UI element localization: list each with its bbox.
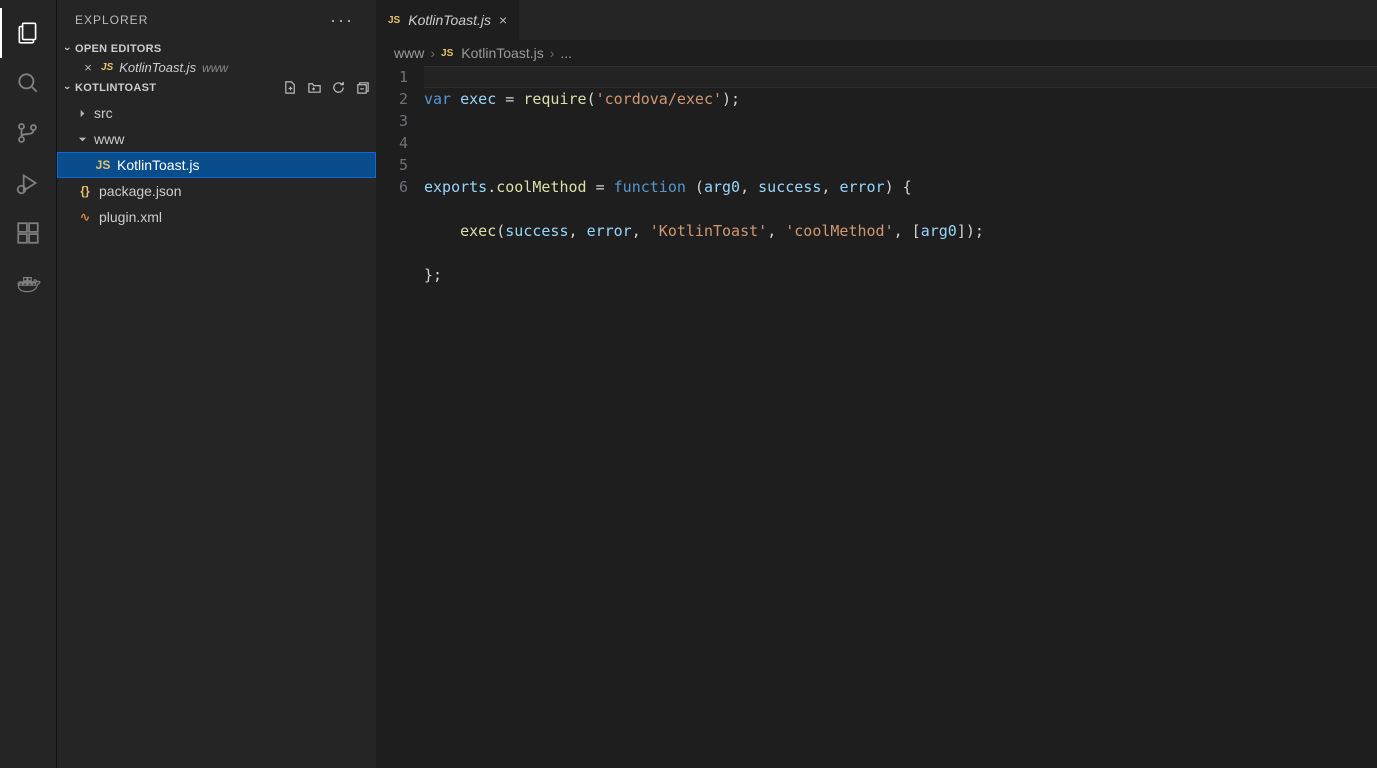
chevron-right-icon: [77, 108, 88, 119]
file-kotlintoast-js[interactable]: JS KotlinToast.js: [57, 152, 376, 178]
line-number: 1: [376, 66, 408, 88]
extensions-icon: [15, 220, 41, 246]
line-number: 2: [376, 88, 408, 110]
chevron-down-icon: ›: [61, 80, 73, 96]
activity-run-debug[interactable]: [0, 158, 57, 208]
editor-area: JS KotlinToast.js × www › JS KotlinToast…: [376, 0, 1377, 768]
activity-bar: [0, 0, 57, 768]
workspace-header[interactable]: › KOTLINTOAST: [57, 77, 376, 98]
breadcrumb[interactable]: www › JS KotlinToast.js › ...: [376, 40, 1377, 66]
folder-src[interactable]: src: [57, 100, 376, 126]
folder-www[interactable]: www: [57, 126, 376, 152]
open-editor-folder: www: [202, 61, 228, 75]
open-editor-item[interactable]: × JS KotlinToast.js www: [57, 58, 376, 77]
search-icon: [15, 70, 41, 96]
open-editor-filename: KotlinToast.js: [119, 60, 196, 75]
code-editor[interactable]: 1 2 3 4 5 6 var exec = require('cordova/…: [376, 66, 1377, 768]
workspace-actions: [283, 80, 370, 95]
activity-docker[interactable]: [0, 258, 57, 308]
folder-label: www: [94, 131, 124, 147]
docker-icon: [15, 270, 41, 296]
close-icon[interactable]: ×: [499, 12, 507, 28]
activity-source-control[interactable]: [0, 108, 57, 158]
sidebar-title-text: EXPLORER: [75, 13, 148, 27]
line-gutter: 1 2 3 4 5 6: [376, 66, 424, 768]
workspace-name: KOTLINTOAST: [75, 82, 156, 94]
file-tree: src www JS KotlinToast.js {} package.jso…: [57, 98, 376, 230]
activity-search[interactable]: [0, 58, 57, 108]
folder-label: src: [94, 105, 113, 121]
files-icon: [15, 20, 41, 46]
file-plugin-xml[interactable]: ∿ plugin.xml: [57, 204, 376, 230]
new-file-icon[interactable]: [283, 80, 298, 95]
line-number: 6: [376, 176, 408, 198]
breadcrumb-folder[interactable]: www: [394, 45, 424, 61]
activity-explorer[interactable]: [0, 8, 57, 58]
file-label: plugin.xml: [99, 209, 162, 225]
tab-kotlintoast-js[interactable]: JS KotlinToast.js ×: [376, 0, 520, 40]
js-file-icon: JS: [441, 48, 453, 59]
sidebar-more-button[interactable]: ···: [326, 10, 358, 31]
chevron-right-icon: ›: [550, 45, 555, 61]
debug-icon: [15, 170, 41, 196]
editor-tabs: JS KotlinToast.js ×: [376, 0, 1377, 40]
chevron-down-icon: ›: [61, 41, 73, 57]
chevron-down-icon: [77, 134, 88, 145]
branch-icon: [15, 120, 41, 146]
open-editors-label: OPEN EDITORS: [75, 43, 162, 55]
line-number: 4: [376, 132, 408, 154]
file-package-json[interactable]: {} package.json: [57, 178, 376, 204]
line-number: 5: [376, 154, 408, 176]
explorer-sidebar: EXPLORER ··· › OPEN EDITORS × JS KotlinT…: [57, 0, 376, 768]
code-lines[interactable]: var exec = require('cordova/exec'); expo…: [424, 66, 1377, 768]
line-number: 3: [376, 110, 408, 132]
json-file-icon: {}: [77, 184, 93, 198]
new-folder-icon[interactable]: [307, 80, 322, 95]
breadcrumb-symbol[interactable]: ...: [560, 45, 572, 61]
sidebar-header: EXPLORER ···: [57, 0, 376, 40]
breadcrumb-file[interactable]: KotlinToast.js: [461, 45, 543, 61]
xml-file-icon: ∿: [77, 210, 93, 224]
activity-extensions[interactable]: [0, 208, 57, 258]
file-label: package.json: [99, 183, 182, 199]
open-editors-header[interactable]: › OPEN EDITORS: [57, 40, 376, 58]
close-icon[interactable]: ×: [81, 60, 95, 75]
tab-label: KotlinToast.js: [408, 12, 491, 28]
js-file-icon: JS: [388, 15, 400, 26]
refresh-icon[interactable]: [331, 80, 346, 95]
file-label: KotlinToast.js: [117, 157, 199, 173]
collapse-all-icon[interactable]: [355, 80, 370, 95]
js-file-icon: JS: [95, 158, 111, 172]
js-file-icon: JS: [101, 62, 113, 73]
chevron-right-icon: ›: [430, 45, 435, 61]
